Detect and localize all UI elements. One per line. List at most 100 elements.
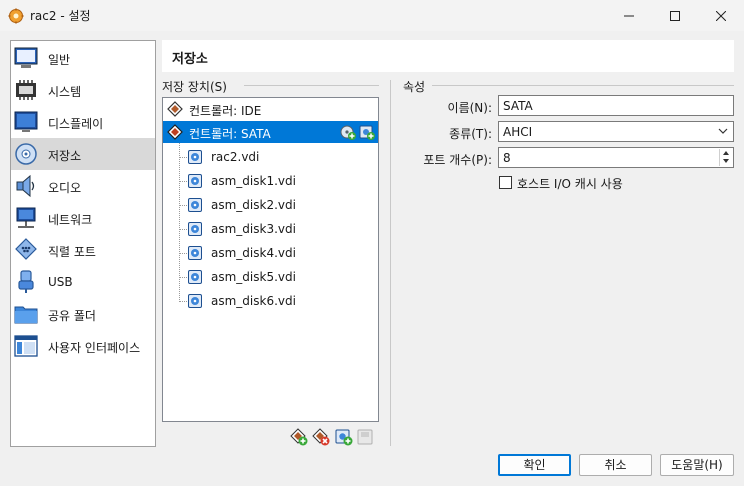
tree-item-label: asm_disk1.vdi	[211, 174, 296, 188]
display-monitor-icon	[14, 111, 38, 132]
port-count-spinbox[interactable]: 8	[498, 147, 734, 168]
panel-separator	[390, 80, 391, 446]
tree-connector	[179, 205, 187, 206]
tree-item-label: asm_disk2.vdi	[211, 198, 296, 212]
hard-disk-icon	[188, 222, 202, 236]
storage-devices-label: 저장 장치(S)	[162, 78, 231, 95]
storage-disc-icon	[15, 143, 37, 165]
name-label: 이름(N):	[447, 101, 492, 115]
tree-item-label: rac2.vdi	[211, 150, 260, 164]
close-icon	[716, 10, 726, 21]
tree-item-label: asm_disk4.vdi	[211, 246, 296, 260]
serial-port-icon	[15, 238, 37, 260]
title-bar: rac2 - 설정	[0, 0, 744, 31]
sidebar-item-network[interactable]: 네트워크	[11, 202, 155, 234]
tree-item-label: asm_disk5.vdi	[211, 270, 296, 284]
tree-item-disk[interactable]: asm_disk1.vdi	[163, 170, 378, 192]
type-select[interactable]: AHCI	[498, 121, 734, 142]
name-field-value: SATA	[503, 99, 533, 113]
help-button[interactable]: 도움말(H)	[660, 454, 734, 476]
sidebar-item-label: 사용자 인터페이스	[48, 341, 141, 355]
add-controller-icon[interactable]	[290, 428, 308, 446]
usb-icon	[18, 270, 34, 293]
page-title: 저장소	[172, 52, 208, 67]
name-field[interactable]: SATA	[498, 95, 734, 116]
page-header: 저장소	[162, 40, 734, 72]
sidebar-item-system[interactable]: 시스템	[11, 74, 155, 106]
port-count-value: 8	[503, 151, 511, 165]
hard-disk-icon	[188, 198, 202, 212]
sidebar-item-label: 공유 폴더	[48, 309, 96, 323]
type-select-value: AHCI	[503, 125, 533, 139]
tree-connector	[179, 277, 187, 278]
hard-disk-icon	[188, 294, 202, 308]
tree-item-label: asm_disk3.vdi	[211, 222, 296, 236]
maximize-button[interactable]	[652, 0, 698, 31]
attributes-label: 속성	[403, 78, 430, 95]
virtualbox-gear-icon	[8, 8, 24, 23]
add-optical-drive-icon[interactable]	[340, 124, 356, 140]
storage-tree[interactable]: 컨트롤러: IDE 컨트롤러: SATA rac2.vdi asm_disk1.…	[162, 97, 379, 422]
tree-connector	[179, 157, 187, 158]
close-button[interactable]	[698, 0, 744, 31]
sidebar-item-display[interactable]: 디스플레이	[11, 106, 155, 138]
sidebar-item-serial-port[interactable]: 직렬 포트	[11, 234, 155, 266]
remove-attachment-icon[interactable]	[357, 428, 375, 446]
tree-item-disk[interactable]: asm_disk2.vdi	[163, 194, 378, 216]
remove-controller-icon[interactable]	[312, 428, 330, 446]
sata-controller-icon	[167, 124, 183, 140]
tree-item-label: 컨트롤러: SATA	[189, 127, 271, 141]
tree-item-disk[interactable]: asm_disk4.vdi	[163, 242, 378, 264]
tree-item-disk[interactable]: rac2.vdi	[163, 146, 378, 168]
general-icon	[14, 47, 38, 68]
tree-item-sata-controller[interactable]: 컨트롤러: SATA	[163, 121, 378, 143]
sidebar-item-user-interface[interactable]: 사용자 인터페이스	[11, 330, 155, 362]
tree-connector	[179, 253, 187, 254]
user-interface-icon	[14, 335, 38, 357]
tree-item-label: 컨트롤러: IDE	[189, 104, 262, 118]
sidebar-item-label: 시스템	[48, 85, 82, 99]
ok-button[interactable]: 확인	[498, 454, 571, 476]
sidebar-item-label: 저장소	[48, 149, 82, 163]
attributes-divider	[432, 85, 734, 86]
tree-item-ide-controller[interactable]: 컨트롤러: IDE	[163, 98, 378, 120]
sidebar-item-shared-folders[interactable]: 공유 폴더	[11, 298, 155, 330]
sidebar-item-label: 디스플레이	[48, 117, 104, 131]
speaker-icon	[16, 174, 35, 198]
sidebar-item-label: 일반	[48, 53, 71, 67]
window-title: rac2 - 설정	[30, 9, 91, 23]
tree-connector	[179, 181, 187, 182]
sidebar-item-label: 직렬 포트	[48, 245, 96, 259]
folder-icon	[14, 306, 38, 324]
port-count-label: 포트 개수(P):	[423, 153, 492, 167]
sidebar-item-storage[interactable]: 저장소	[11, 138, 155, 170]
tree-item-disk[interactable]: asm_disk3.vdi	[163, 218, 378, 240]
storage-devices-divider	[244, 85, 379, 86]
spin-up-icon	[723, 151, 729, 155]
host-io-cache-checkbox[interactable]	[499, 176, 512, 189]
port-count-spin-buttons[interactable]	[719, 149, 732, 166]
sidebar-item-usb[interactable]: USB	[11, 266, 155, 298]
tree-item-disk[interactable]: asm_disk5.vdi	[163, 266, 378, 288]
tree-item-disk[interactable]: asm_disk6.vdi	[163, 290, 378, 312]
chevron-down-icon	[718, 128, 728, 134]
sidebar-item-audio[interactable]: 오디오	[11, 170, 155, 202]
network-icon	[16, 207, 36, 228]
minimize-icon	[624, 15, 634, 16]
spin-down-icon	[723, 159, 729, 163]
hard-disk-icon	[188, 270, 202, 284]
add-attachment-icon[interactable]	[335, 428, 353, 446]
tree-connector	[179, 301, 187, 302]
maximize-icon	[670, 10, 680, 21]
cancel-button[interactable]: 취소	[579, 454, 652, 476]
hard-disk-icon	[188, 174, 202, 188]
minimize-button[interactable]	[606, 0, 652, 31]
add-hard-disk-icon[interactable]	[359, 124, 375, 140]
tree-item-label: asm_disk6.vdi	[211, 294, 296, 308]
hard-disk-icon	[188, 246, 202, 260]
type-label: 종류(T):	[449, 127, 492, 141]
sidebar-item-label: 오디오	[48, 181, 82, 195]
system-chip-icon	[16, 80, 36, 100]
host-io-cache-label: 호스트 I/O 캐시 사용	[517, 177, 623, 191]
sidebar-item-general[interactable]: 일반	[11, 42, 155, 74]
